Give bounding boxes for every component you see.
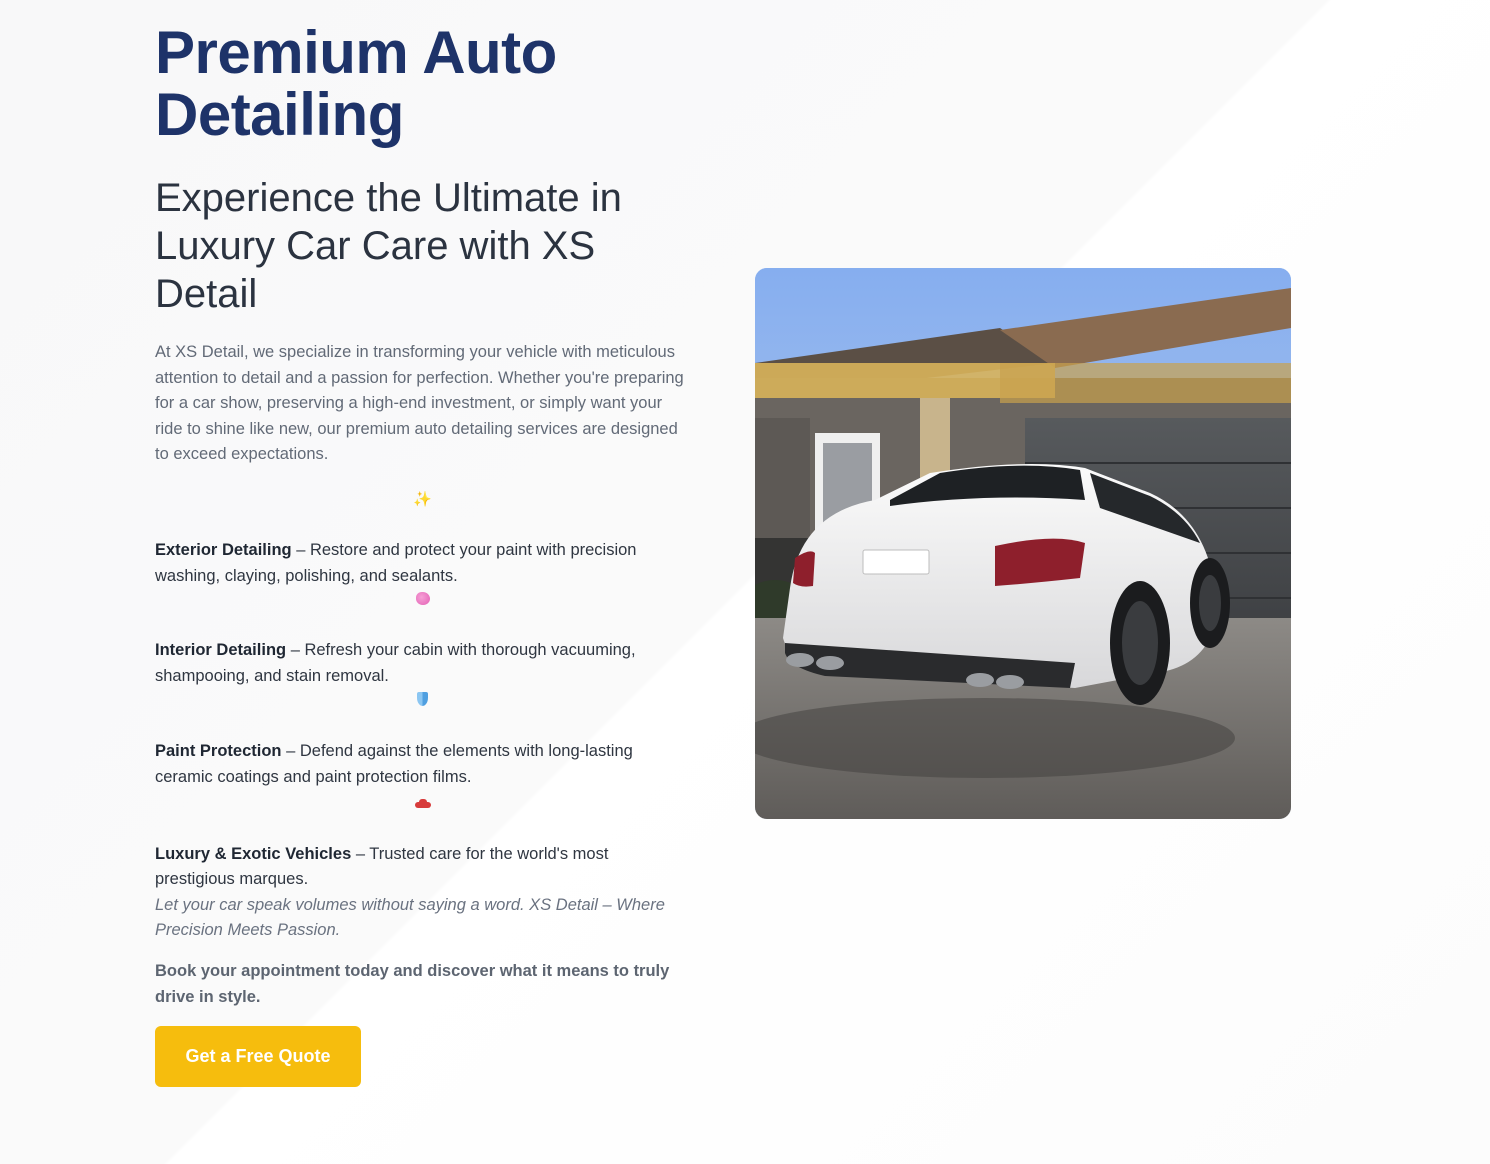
hero-subtitle: Experience the Ultimate in Luxury Car Ca… [155,176,622,316]
shield-icon [155,692,690,712]
car-icon [155,795,690,815]
service-paint-protection: Paint Protection – Defend against the el… [155,739,675,790]
service-name: Exterior Detailing [155,540,292,559]
service-name: Paint Protection [155,742,282,761]
service-name: Luxury & Exotic Vehicles [155,844,352,863]
service-luxury-exotic: Luxury & Exotic Vehicles – Trusted care … [155,842,675,893]
hero-car-photo [755,268,1291,819]
sparkle-icon: ✨ [413,490,432,508]
service-exterior: Exterior Detailing – Restore and protect… [155,538,675,589]
page-title: Premium Auto Detailing [155,19,557,148]
sponge-icon [155,591,690,611]
service-name: Interior Detailing [155,641,287,660]
intro-paragraph: At XS Detail, we specialize in transform… [155,343,684,464]
service-interior: Interior Detailing – Refresh your cabin … [155,638,675,689]
tagline: Let your car speak volumes without sayin… [155,895,665,940]
get-free-quote-button[interactable]: Get a Free Quote [155,1026,361,1088]
booking-text: Book your appointment today and discover… [155,961,670,1006]
hero-content: Premium Auto Detailing Experience the Ul… [155,19,695,1088]
